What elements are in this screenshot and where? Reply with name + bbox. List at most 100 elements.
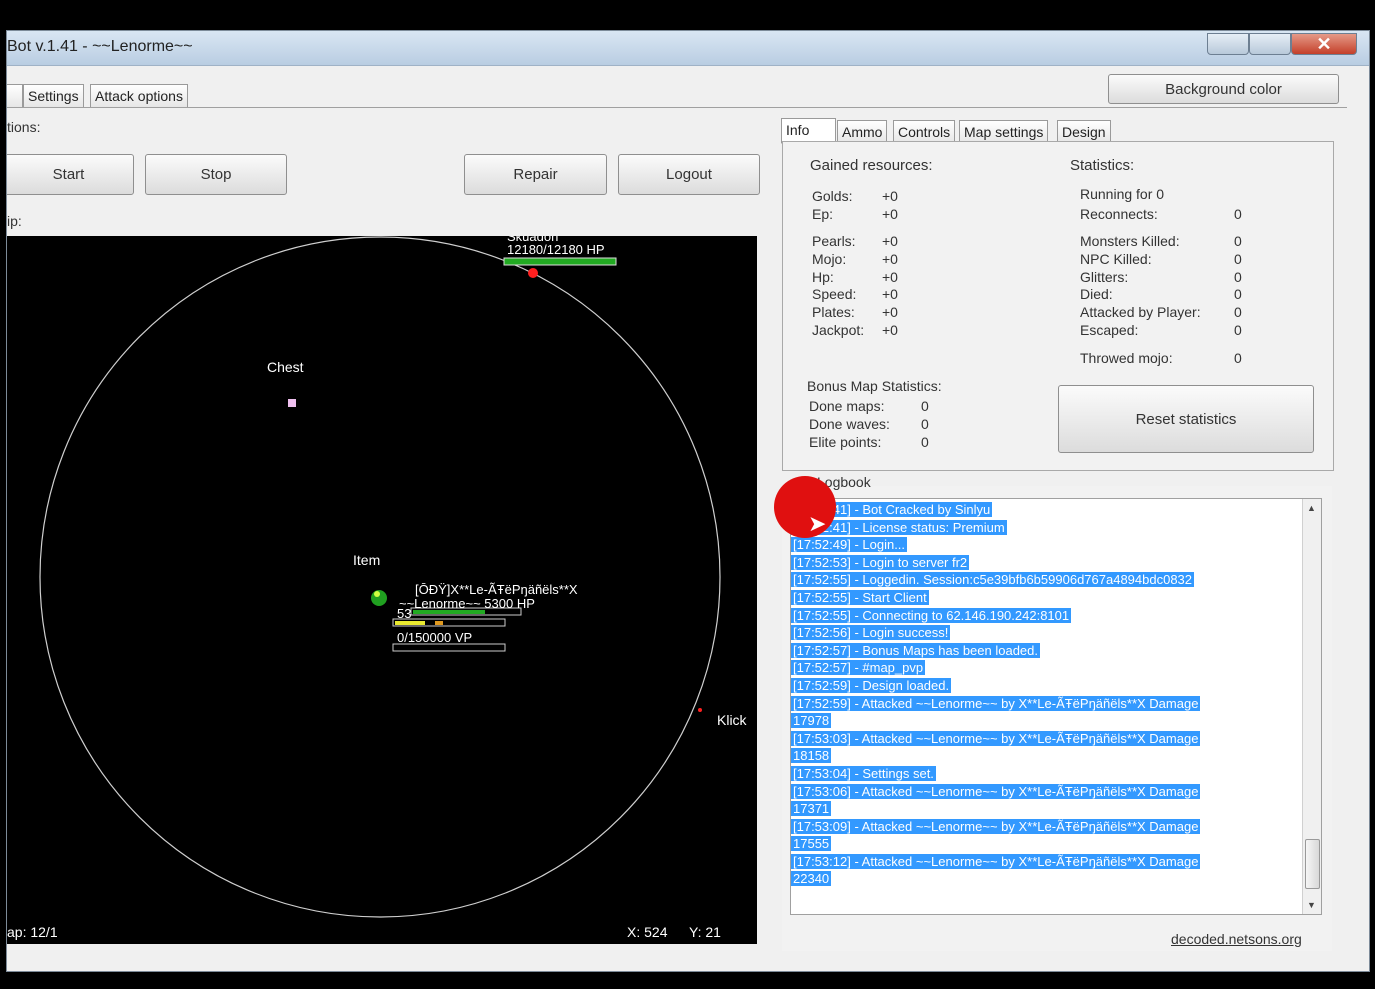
player-vp-frame [392, 643, 506, 652]
start-button[interactable]: Start [7, 154, 134, 195]
log-lines: [17:52:41] - Bot Cracked by Sinlyu [17:52… [791, 501, 1296, 888]
bonus-value: 0 [921, 434, 929, 450]
maximize-button[interactable] [1249, 33, 1291, 55]
cursor-highlight [774, 476, 836, 538]
bonus-value: 0 [921, 398, 929, 414]
res-label: Ep: [812, 206, 834, 222]
boss-hp: 12180/12180 HP [507, 242, 605, 257]
res-label: Hp: [812, 269, 834, 285]
coord-y: Y: 21 [689, 924, 721, 940]
reset-statistics-button[interactable]: Reset statistics [1058, 385, 1314, 453]
mouse-pointer-icon: ➤ [808, 511, 827, 536]
logout-button[interactable]: Logout [618, 154, 760, 195]
close-icon: ✕ [1316, 34, 1332, 54]
chest-label: Chest [267, 359, 304, 375]
res-label: Golds: [812, 188, 853, 204]
stat-label: Died: [1080, 286, 1113, 302]
log-line: [17:52:59] - Design loaded. [791, 677, 1296, 695]
bonus-value: 0 [921, 416, 929, 432]
log-line: [17:53:06] - Attacked ~~Lenorme~~ by X**… [791, 783, 1296, 801]
scroll-thumb[interactable] [1305, 839, 1320, 889]
player-hp: ~~Lenorme~~ 5300 HP [399, 596, 535, 611]
stat-value: 0 [1234, 269, 1242, 285]
log-line: [17:52:59] - Attacked ~~Lenorme~~ by X**… [791, 695, 1296, 713]
title-bar: Bot v.1.41 - ~~Lenorme~~ ✕ [7, 31, 1369, 66]
logbook-textbox[interactable]: [17:52:41] - Bot Cracked by Sinlyu [17:52… [790, 498, 1322, 915]
map-canvas[interactable]: Skuadon 12180/12180 HP Chest Item [ŌĐŸ]X… [7, 236, 757, 944]
log-line-text: [17:52:57] - Bonus Maps has been loaded. [791, 642, 1041, 658]
log-line-text: [17:52:57] - #map_pvp [791, 660, 926, 676]
log-line-text: [17:52:59] - Design loaded. [791, 677, 952, 693]
log-line-text: [17:52:56] - Login success! [791, 625, 951, 641]
stat-value: 0 [1234, 322, 1242, 338]
log-line-text: 17555 [791, 836, 832, 852]
tab-attack-options[interactable]: Attack options [90, 84, 188, 108]
log-line: 18158 [791, 747, 1296, 765]
bonus-map-title: Bonus Map Statistics: [807, 378, 942, 394]
running-for: Running for 0 [1080, 186, 1165, 202]
log-line-text: [17:52:55] - Start Client [791, 589, 929, 605]
repair-button[interactable]: Repair [464, 154, 607, 195]
log-line: [17:52:55] - Connecting to 62.146.190.24… [791, 607, 1296, 625]
res-value: +0 [882, 188, 898, 204]
footer-link[interactable]: decoded.netsons.org [1171, 931, 1302, 947]
boss-dot[interactable] [528, 268, 538, 278]
klick-label: Klick [717, 712, 747, 728]
log-line-text: [17:52:55] - Connecting to 62.146.190.24… [791, 607, 1072, 623]
log-line: [17:52:49] - Login... [791, 536, 1296, 554]
map-label: ip: [7, 213, 22, 229]
stat-value: 0 [1234, 350, 1242, 366]
statistics-title: Statistics: [1070, 157, 1135, 174]
res-value: +0 [882, 269, 898, 285]
stat-value: 0 [1234, 233, 1242, 249]
bonus-label: Done waves: [809, 416, 890, 432]
log-line-text: [17:53:04] - Settings set. [791, 765, 936, 781]
log-line-text: [17:52:59] - Attacked ~~Lenorme~~ by X**… [791, 695, 1201, 711]
res-value: +0 [882, 251, 898, 267]
close-button[interactable]: ✕ [1291, 33, 1357, 55]
res-value: +0 [882, 322, 898, 338]
res-label: Mojo: [812, 251, 847, 267]
log-line-text: 22340 [791, 871, 832, 887]
stat-label: Attacked by Player: [1080, 304, 1201, 320]
stop-button[interactable]: Stop [145, 154, 287, 195]
res-label: Jackpot: [812, 322, 865, 338]
chest-marker[interactable] [288, 399, 296, 407]
stat-label: NPC Killed: [1080, 251, 1152, 267]
stat-value: 0 [1234, 304, 1242, 320]
stat-label: Monsters Killed: [1080, 233, 1180, 249]
res-label: Plates: [812, 304, 855, 320]
scroll-up-icon[interactable]: ▲ [1307, 503, 1316, 513]
tab-main[interactable] [7, 84, 23, 108]
log-line-text: [17:53:03] - Attacked ~~Lenorme~~ by X**… [791, 730, 1201, 746]
stat-value: 0 [1234, 206, 1242, 222]
scroll-down-icon[interactable]: ▼ [1307, 900, 1316, 910]
log-line: [17:52:41] - Bot Cracked by Sinlyu [791, 501, 1296, 519]
log-scrollbar[interactable]: ▲ ▼ [1302, 499, 1321, 914]
stat-label: Reconnects: [1080, 206, 1158, 222]
log-line: [17:52:56] - Login success! [791, 624, 1296, 642]
tab-settings[interactable]: Settings [23, 84, 84, 108]
log-line-text: [17:52:53] - Login to server fr2 [791, 554, 970, 570]
tab-divider [7, 107, 1347, 108]
background-color-button[interactable]: Background color [1108, 74, 1339, 104]
log-line: [17:52:55] - Loggedin. Session:c5e39bfb6… [791, 571, 1296, 589]
log-line: [17:52:55] - Start Client [791, 589, 1296, 607]
enemy-dot[interactable] [698, 708, 702, 712]
stat-value: 0 [1234, 286, 1242, 302]
log-line-text: [17:52:49] - Login... [791, 537, 908, 553]
log-line-text: [17:52:55] - Loggedin. Session:c5e39bfb6… [791, 572, 1195, 588]
log-line: 22340 [791, 870, 1296, 888]
res-value: +0 [882, 304, 898, 320]
boss-hp-bar [503, 257, 617, 266]
player-vp: 0/150000 VP [397, 630, 473, 645]
player-name: [ŌĐŸ]X**Le-ÃŦëPŋäñëls**X [415, 582, 578, 597]
log-line-text: 17978 [791, 713, 832, 729]
stat-label: Throwed mojo: [1080, 350, 1173, 366]
log-line-text: [17:53:12] - Attacked ~~Lenorme~~ by X**… [791, 853, 1201, 869]
log-line: [17:53:04] - Settings set. [791, 765, 1296, 783]
minimize-button[interactable] [1207, 33, 1249, 55]
item-marker[interactable] [374, 591, 380, 597]
log-line-text: [17:53:09] - Attacked ~~Lenorme~~ by X**… [791, 818, 1201, 834]
log-line-text: 18158 [791, 748, 832, 764]
